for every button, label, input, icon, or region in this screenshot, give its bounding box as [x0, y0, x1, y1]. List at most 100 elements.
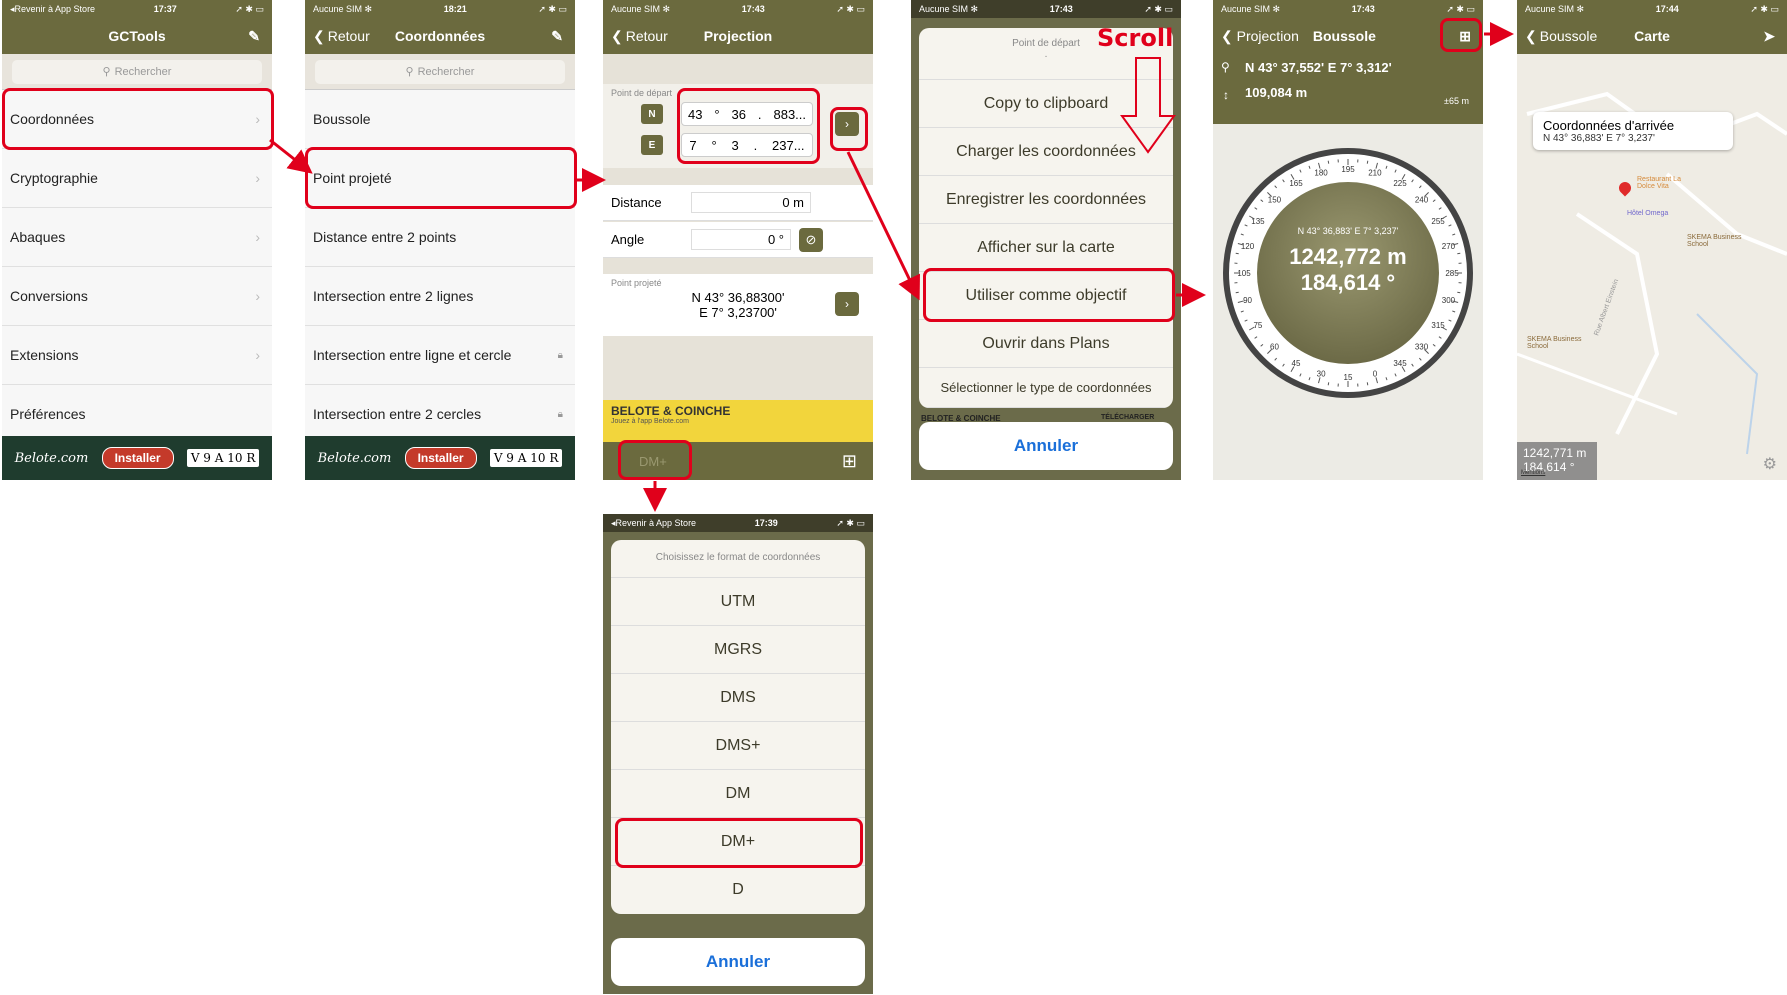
compass-tick [1308, 165, 1311, 169]
menu-item-cryptographie[interactable]: Cryptographie › [2, 149, 272, 208]
angle-input[interactable]: 0 ° [691, 229, 791, 250]
map-view[interactable]: Coordonnées d'arrivée N 43° 36,883' E 7°… [1517, 54, 1787, 480]
menu-item-conversions[interactable]: Conversions › [2, 267, 272, 326]
status-bar: Aucune SIM ✻ 17:43 ➚ ✱ ▭ [911, 0, 1181, 18]
menu-item-abaques[interactable]: Abaques › [2, 208, 272, 267]
distance-row[interactable]: Distance 0 m [603, 185, 873, 221]
status-time: 17:43 [1049, 4, 1073, 14]
compass-tick [1235, 252, 1239, 255]
ad-install-button[interactable]: Installer [404, 447, 477, 469]
compass-tick-label: 45 [1292, 359, 1301, 368]
overlay-distance: 1242,771 m [1523, 446, 1587, 460]
menu-item-boussole[interactable]: Boussole [305, 90, 575, 149]
menu-label: Cryptographie [10, 170, 98, 186]
option-show-map[interactable]: Afficher sur la carte [919, 224, 1173, 272]
compass-tick [1240, 233, 1244, 236]
distance-input[interactable]: 0 m [691, 192, 811, 213]
settings-gear-icon[interactable]: ⚙ [1763, 454, 1777, 474]
status-time: 17:43 [1351, 4, 1375, 14]
search-bar[interactable]: ⚲ Rechercher [2, 54, 272, 90]
status-bar: Aucune SIM ✻ 17:43 ➚ ✱ ▭ [1213, 0, 1483, 18]
cancel-button[interactable]: Annuler [611, 938, 865, 986]
format-option-d[interactable]: D [611, 866, 865, 914]
menu-label: Conversions [10, 288, 88, 304]
status-right: ➚ ✱ ▭ [235, 3, 264, 14]
compass-tick [1448, 224, 1452, 227]
chevron-left-icon: ❮ [1525, 27, 1537, 44]
nav-title: Coordonnées [394, 28, 486, 44]
status-time: 17:44 [1655, 4, 1679, 14]
lock-icon: 🔒︎ [557, 408, 563, 420]
menu-label: Intersection entre ligne et cercle [313, 347, 512, 363]
format-option-dm[interactable]: DM [611, 770, 865, 818]
format-option-dms[interactable]: DMS [611, 674, 865, 722]
east-toggle[interactable]: E [641, 135, 663, 155]
status-left: Aucune SIM ✻ [1221, 3, 1281, 14]
compass-tick [1448, 319, 1452, 322]
compass-tick [1385, 377, 1388, 381]
compass-center: N 43° 36,883' E 7° 3,237' 1242,772 m 184… [1257, 182, 1439, 364]
status-right: ➚ ✱ ▭ [1750, 3, 1779, 14]
ad-banner[interactable]: Belote.com Installer V 9 A 10 R [2, 436, 272, 480]
option-save-coords[interactable]: Enregistrer les coordonnées [919, 176, 1173, 224]
location-arrow-icon[interactable]: ➤ [1763, 28, 1775, 45]
menu-item-distance[interactable]: Distance entre 2 points [305, 208, 575, 267]
compass-tick-label: 120 [1241, 242, 1255, 251]
destination-callout[interactable]: Coordonnées d'arrivée N 43° 36,883' E 7°… [1533, 112, 1733, 150]
compass-tick [1240, 310, 1244, 313]
screen-carte: Aucune SIM ✻ 17:44 ➚ ✱ ▭ ❮ Boussole Carte… [1517, 0, 1787, 480]
compass-tick-label: 165 [1289, 179, 1303, 188]
status-bar: Aucune SIM ✻ 18:21 ➚ ✱ ▭ [305, 0, 575, 18]
menu-label: Distance entre 2 points [313, 229, 457, 245]
highlight-point-projete [305, 147, 577, 209]
compass-tick-label: 270 [1442, 242, 1456, 251]
status-left: Aucune SIM ✻ [313, 3, 373, 14]
compass-tick [1366, 160, 1369, 164]
legal-link[interactable]: Mentions [1521, 470, 1545, 476]
back-button[interactable]: ❮ Projection [1221, 28, 1299, 45]
altitude-icon: ↕ [1223, 88, 1229, 102]
compass-tick [1438, 207, 1442, 210]
ad-banner[interactable]: Belote.com Installer V 9 A 10 R [305, 436, 575, 480]
flashlight-icon[interactable]: ✎ [248, 28, 260, 45]
ad-banner-belote[interactable]: BELOTE & COINCHE Jouez à l'app Belote.co… [603, 400, 873, 442]
cancel-button[interactable]: Annuler [919, 422, 1173, 470]
back-button[interactable]: ❮ Boussole [1525, 28, 1597, 45]
flashlight-icon[interactable]: ✎ [551, 28, 563, 45]
back-button[interactable]: ❮ Retour [313, 28, 370, 45]
highlight-use-target [923, 268, 1175, 322]
compass-tick [1282, 363, 1285, 367]
option-select-type[interactable]: Sélectionner le type de coordonnées [919, 368, 1173, 408]
map-icon[interactable]: ⊞ [842, 451, 857, 472]
menu-label: Abaques [10, 229, 66, 245]
scroll-arrow-icon [1120, 57, 1176, 154]
compass-icon[interactable]: ⊘ [799, 227, 823, 252]
status-bar: ◂Revenir à App Store 17:39 ➚ ✱ ▭ [603, 514, 873, 532]
format-option-dms-plus[interactable]: DMS+ [611, 722, 865, 770]
status-right: ➚ ✱ ▭ [538, 3, 567, 14]
chevron-right-icon: › [255, 347, 260, 363]
ad-cards: V 9 A 10 R [489, 449, 563, 467]
nav-title: Projection [703, 28, 773, 44]
projected-actions-button[interactable]: › [835, 292, 859, 316]
format-option-mgrs[interactable]: MGRS [611, 626, 865, 674]
format-option-utm[interactable]: UTM [611, 578, 865, 626]
nav-title: GCTools [108, 28, 166, 44]
menu-item-intersection-ligne-cercle[interactable]: Intersection entre ligne et cercle 🔒︎ [305, 326, 575, 385]
menu-item-extensions[interactable]: Extensions › [2, 326, 272, 385]
compass-tick-label: 345 [1393, 359, 1407, 368]
status-right: ➚ ✱ ▭ [836, 3, 865, 14]
north-toggle[interactable]: N [641, 104, 663, 124]
menu-item-intersection-lignes[interactable]: Intersection entre 2 lignes [305, 267, 575, 326]
compass-tick-label: 15 [1344, 373, 1353, 382]
nav-bar: ❮ Retour Projection [603, 18, 873, 54]
ad-install-button[interactable]: Installer [101, 447, 174, 469]
status-left: Aucune SIM ✻ [1525, 3, 1585, 14]
poi-restaurant: Restaurant La Dolce Vita [1637, 176, 1681, 190]
angle-row[interactable]: Angle 0 ° ⊘ [603, 222, 873, 258]
poi-skema-2: SKEMA Business School [1527, 336, 1582, 350]
search-bar[interactable]: ⚲ Rechercher [305, 54, 575, 90]
option-open-plans[interactable]: Ouvrir dans Plans [919, 320, 1173, 368]
back-button[interactable]: ❮ Retour [611, 28, 668, 45]
highlight-format-button [618, 440, 692, 480]
